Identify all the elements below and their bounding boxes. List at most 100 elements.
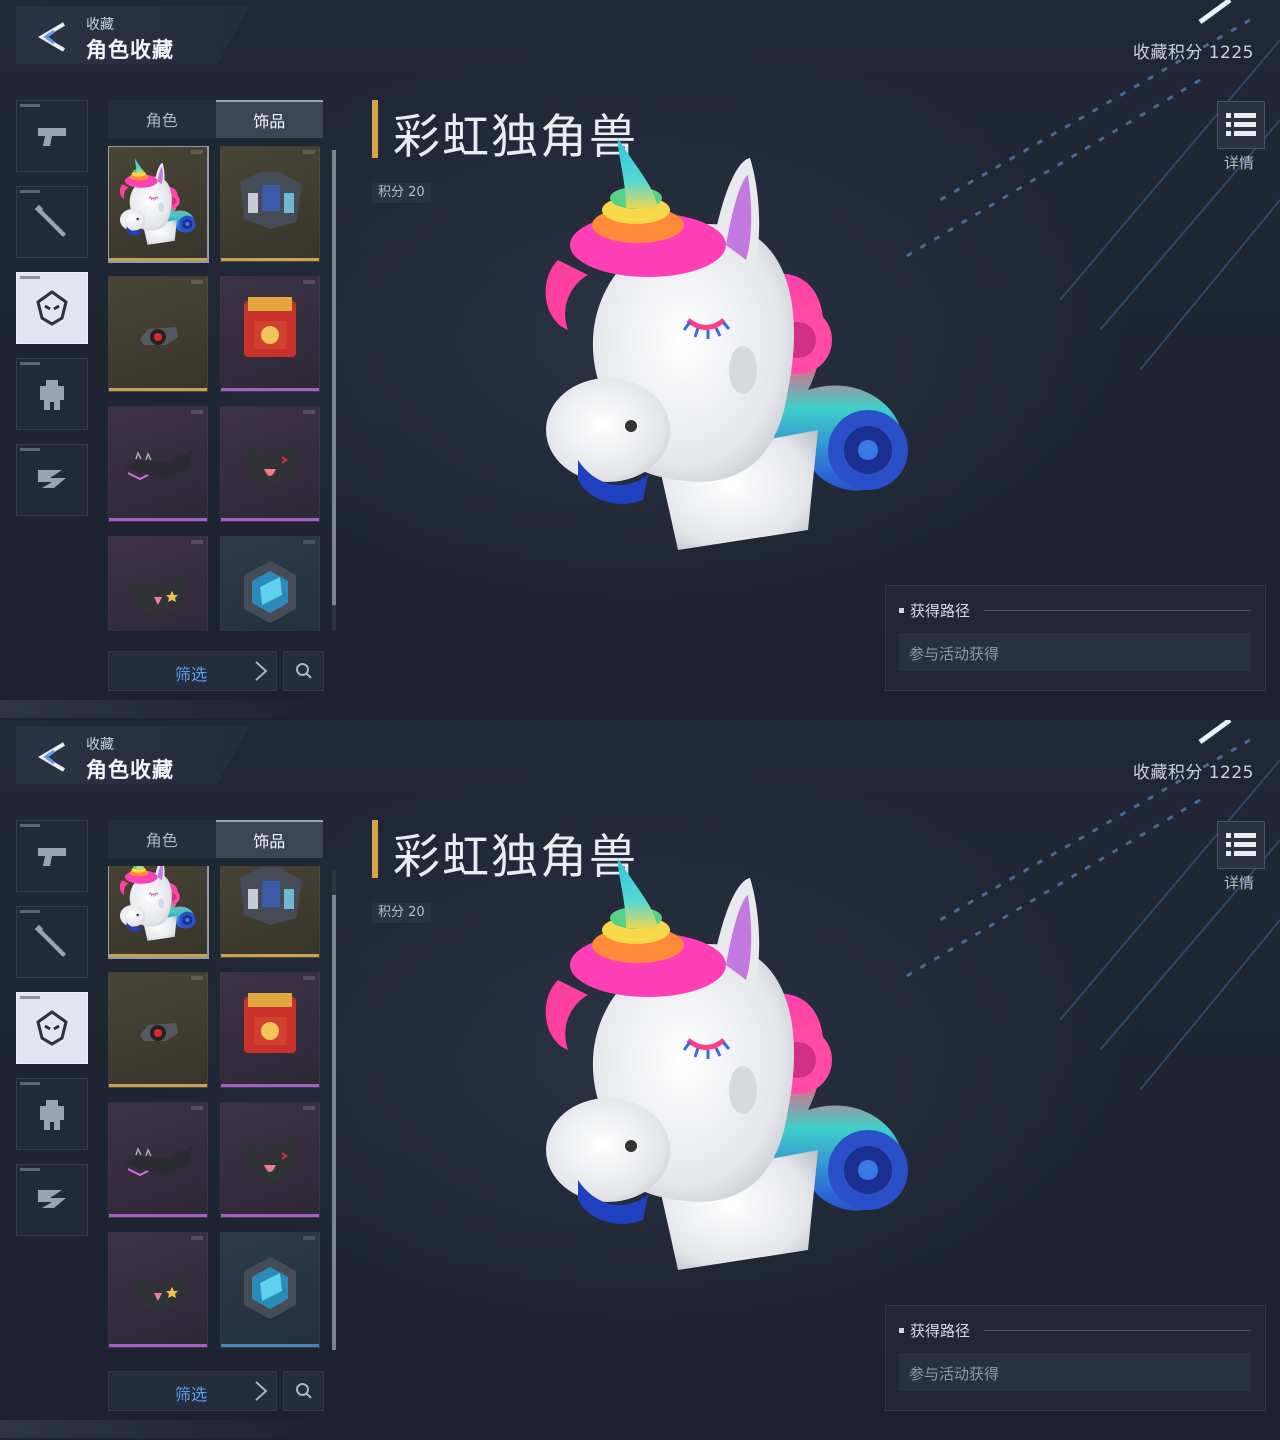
face-mask-icon	[244, 443, 298, 489]
collection-points: 收藏积分 1225	[1132, 763, 1254, 783]
filter-label: 筛选	[175, 665, 208, 684]
category-vehicle[interactable]	[16, 444, 88, 516]
details-button[interactable]	[1217, 101, 1265, 149]
collection-screen-1: 收藏 角色收藏 收藏积分 1225 角色 饰品 筛选 彩虹独角兽 积分 20 详…	[0, 0, 1280, 720]
divider	[984, 610, 1251, 611]
header-subtitle: 收藏	[86, 17, 114, 33]
item-red-backpack[interactable]	[220, 276, 320, 392]
page-header: 收藏 角色收藏	[16, 6, 250, 64]
acquisition-title: 获得路径	[910, 1322, 971, 1340]
details-button[interactable]	[1217, 821, 1265, 869]
armor-vest-icon	[240, 868, 302, 925]
item-black-mask-star[interactable]	[108, 536, 208, 631]
item-spiked-visor[interactable]	[108, 406, 208, 522]
visor-icon	[124, 449, 194, 481]
category-mech[interactable]	[16, 1078, 88, 1150]
tab-accessories[interactable]: 饰品	[215, 820, 323, 858]
tab-accessories[interactable]: 饰品	[215, 100, 323, 138]
mech-robot-icon	[40, 1100, 64, 1130]
search-icon	[295, 663, 312, 679]
acquisition-panel: 获得路径 参与活动获得	[885, 1305, 1266, 1411]
page-title: 角色收藏	[86, 38, 174, 62]
filter-label: 筛选	[175, 1385, 208, 1404]
tab-bar: 角色 饰品	[108, 100, 323, 138]
back-arrow-icon[interactable]	[34, 20, 70, 54]
item-red-backpack[interactable]	[220, 972, 320, 1088]
divider	[984, 1330, 1251, 1331]
acquisition-method: 参与活动获得	[899, 633, 1251, 671]
tab-character[interactable]: 角色	[108, 820, 216, 858]
category-mech[interactable]	[16, 358, 88, 430]
item-unicorn-head[interactable]	[108, 866, 209, 959]
aircraft-icon	[38, 1190, 66, 1208]
category-melee[interactable]	[16, 186, 88, 258]
category-character[interactable]	[16, 272, 88, 344]
category-weapon[interactable]	[16, 100, 88, 172]
item-unicorn-head[interactable]	[108, 146, 209, 263]
face-mask-star-icon	[130, 1273, 188, 1313]
item-black-mask-tongue[interactable]	[220, 406, 320, 522]
search-button[interactable]	[283, 1371, 324, 1411]
item-tactical-armor[interactable]	[220, 146, 320, 262]
item-hex-shield[interactable]	[220, 1232, 320, 1348]
search-icon	[295, 1383, 312, 1399]
back-arrow-icon[interactable]	[34, 740, 70, 774]
acquisition-panel: 获得路径 参与活动获得	[885, 585, 1266, 691]
item-spiked-visor[interactable]	[108, 1102, 208, 1218]
details-label: 详情	[1224, 154, 1255, 172]
bullet-icon	[899, 608, 904, 613]
visor-icon	[124, 1145, 194, 1177]
mech-robot-icon	[40, 380, 64, 410]
hex-shield-icon	[244, 1257, 296, 1319]
character-head-icon	[36, 290, 68, 326]
unicorn-head-icon	[118, 157, 198, 247]
unicorn-head-icon	[118, 866, 198, 943]
item-grid	[108, 146, 322, 631]
red-eye-device-icon	[140, 1023, 178, 1041]
category-character[interactable]	[16, 992, 88, 1064]
unicorn-head-model	[538, 130, 918, 560]
header-subtitle: 收藏	[86, 737, 114, 753]
grid-scrollbar-thumb[interactable]	[332, 150, 336, 605]
category-weapon[interactable]	[16, 820, 88, 892]
character-head-icon	[36, 1010, 68, 1046]
baton-icon	[34, 204, 66, 237]
category-melee[interactable]	[16, 906, 88, 978]
armor-vest-icon	[240, 172, 302, 229]
item-red-eye-device[interactable]	[108, 972, 208, 1088]
tab-bar: 角色 饰品	[108, 820, 323, 858]
title-accent-bar	[372, 100, 378, 158]
filter-button[interactable]: 筛选	[108, 1371, 277, 1411]
grid-scrollbar-thumb[interactable]	[332, 895, 336, 1350]
details-label: 详情	[1224, 874, 1255, 892]
red-eye-device-icon	[140, 327, 178, 345]
tab-character[interactable]: 角色	[108, 100, 216, 138]
pistol-icon	[38, 128, 66, 146]
item-black-mask-tongue[interactable]	[220, 1102, 320, 1218]
collection-screen-2: 收藏 角色收藏 收藏积分 1225 角色 饰品 筛选 彩虹独角兽 积分 20 详…	[0, 720, 1280, 1440]
item-tactical-armor[interactable]	[220, 866, 320, 958]
unicorn-head-model	[538, 850, 918, 1280]
hex-shield-icon	[244, 561, 296, 623]
page-title: 角色收藏	[86, 758, 174, 782]
filter-button[interactable]: 筛选	[108, 651, 277, 691]
item-black-mask-star[interactable]	[108, 1232, 208, 1348]
bottom-blur	[0, 700, 330, 718]
page-header: 收藏 角色收藏	[16, 726, 250, 784]
pistol-icon	[38, 848, 66, 866]
bottom-blur	[0, 1420, 330, 1438]
face-mask-star-icon	[130, 577, 188, 617]
category-vehicle[interactable]	[16, 1164, 88, 1236]
list-icon	[1226, 833, 1256, 856]
backpack-icon	[244, 993, 296, 1053]
item-red-eye-device[interactable]	[108, 276, 208, 392]
search-button[interactable]	[283, 651, 324, 691]
item-hex-shield[interactable]	[220, 536, 320, 631]
bullet-icon	[899, 1328, 904, 1333]
title-accent-bar	[372, 820, 378, 878]
acquisition-text: 参与活动获得	[909, 645, 1000, 663]
chevron-right-icon	[255, 661, 268, 681]
collection-points: 收藏积分 1225	[1132, 43, 1254, 63]
item-points-badge: 积分 20	[372, 903, 431, 923]
item-points-badge: 积分 20	[372, 183, 431, 203]
